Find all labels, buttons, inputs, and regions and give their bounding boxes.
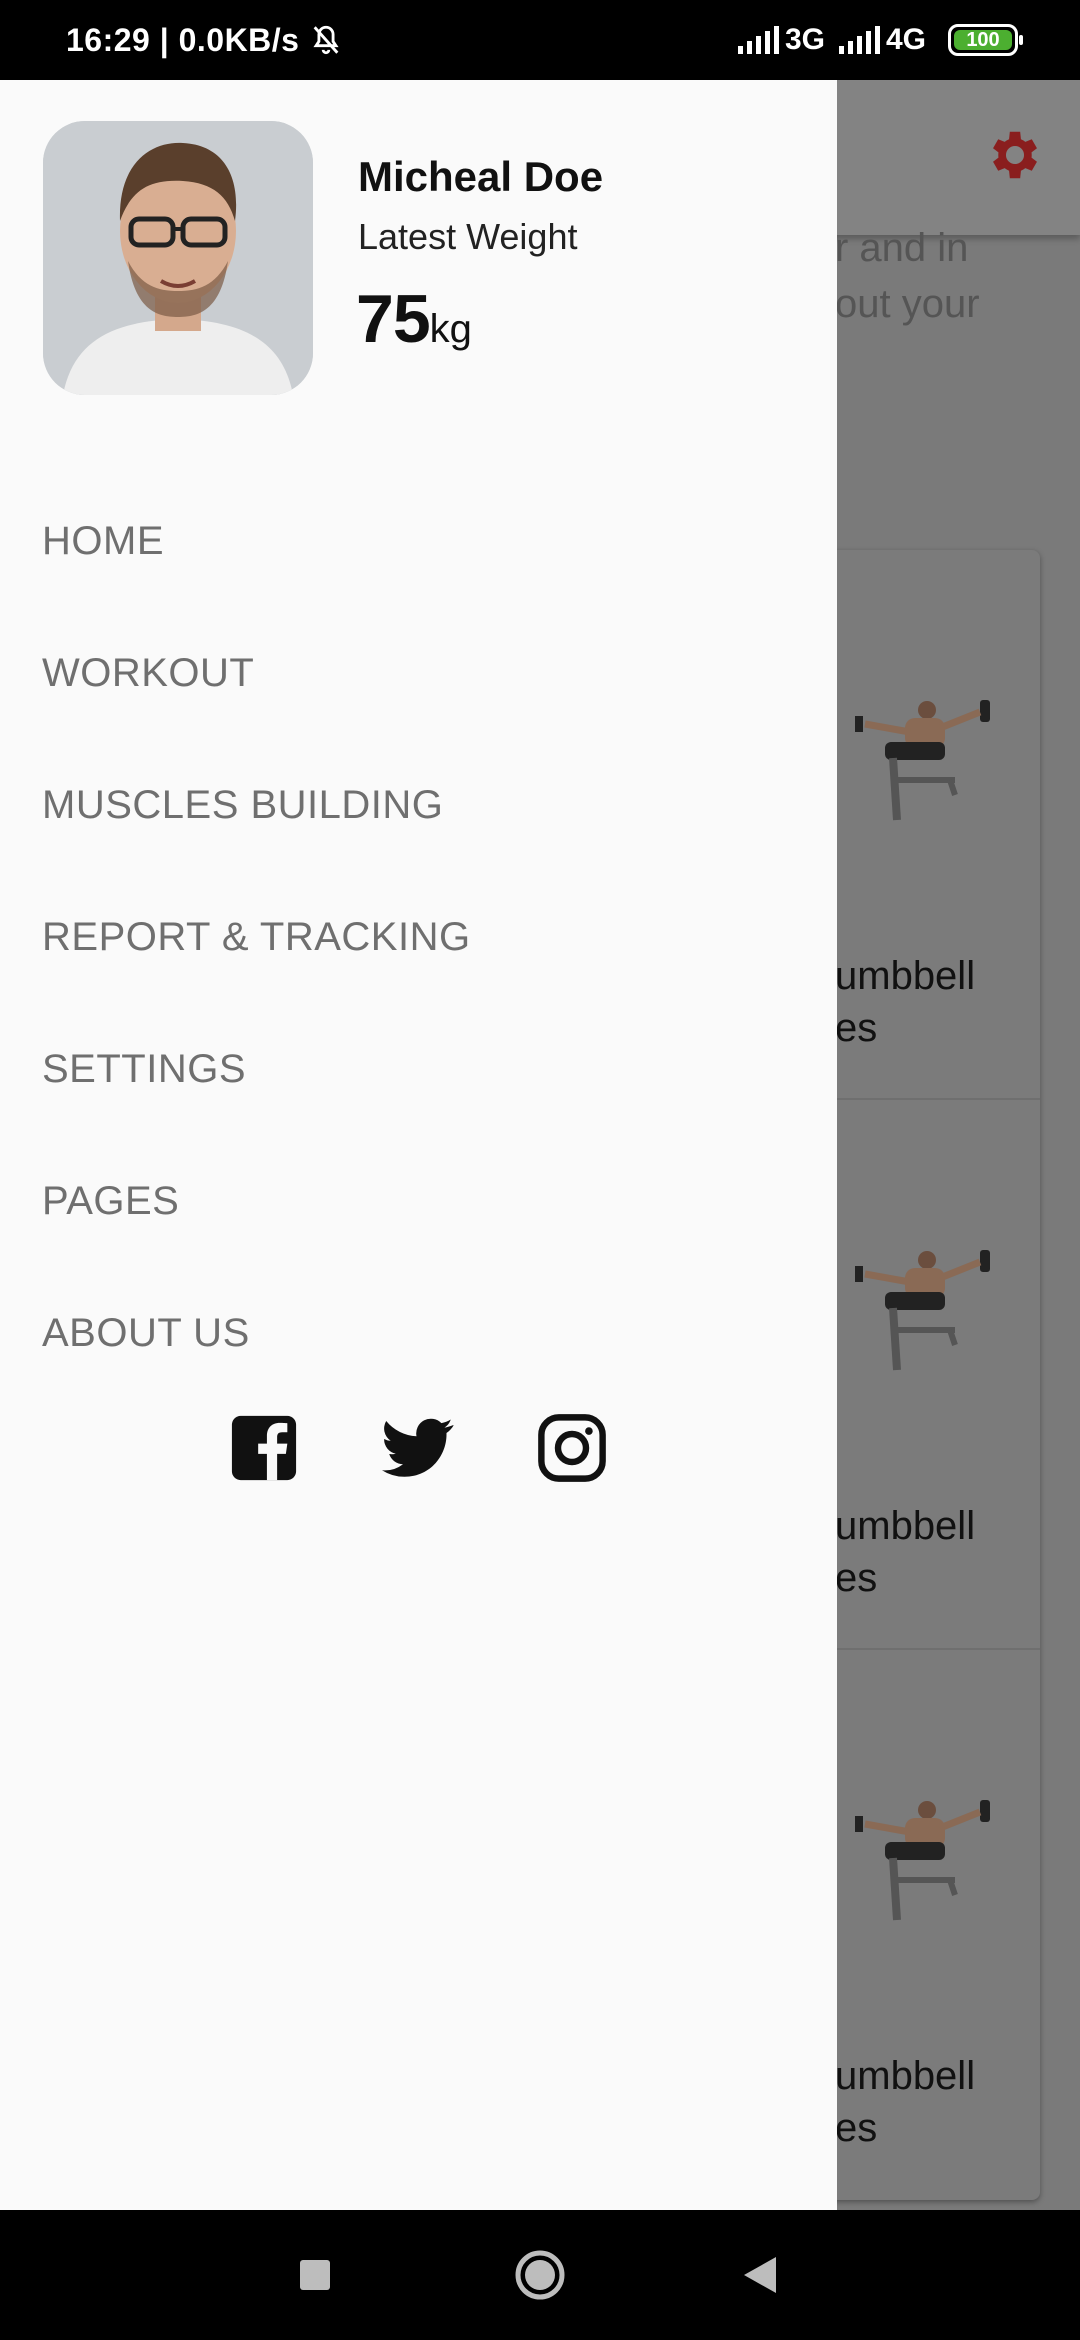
menu-item-workout[interactable]: WORKOUT	[42, 607, 471, 739]
status-left: 16:29 | 0.0KB/s	[66, 22, 343, 59]
exercise-label: umbbell es	[835, 954, 976, 1050]
exercise-card: umbbell es	[835, 550, 1040, 1100]
battery-level: 100	[966, 28, 1000, 51]
back-button[interactable]	[700, 2210, 820, 2340]
twitter-icon[interactable]	[382, 1412, 454, 1484]
exercise-card: umbbell es	[835, 1650, 1040, 2200]
signal-icon	[737, 26, 779, 54]
weight-number: 75	[356, 281, 431, 357]
drawer-menu: HOME WORKOUT MUSCLES BUILDING REPORT & T…	[42, 475, 471, 1399]
home-button[interactable]	[480, 2210, 600, 2340]
recents-button[interactable]	[255, 2210, 375, 2340]
weight-unit: kg	[429, 307, 472, 351]
menu-item-muscles-building[interactable]: MUSCLES BUILDING	[42, 739, 471, 871]
latest-weight-label: Latest Weight	[358, 216, 578, 257]
exercise-image	[855, 1800, 990, 1921]
navigation-drawer: Micheal Doe Latest Weight 75kg HOME WORK…	[0, 80, 837, 2210]
exercise-label: umbbell es	[835, 1504, 976, 1600]
menu-item-settings[interactable]: SETTINGS	[42, 1003, 471, 1135]
exercise-image	[855, 700, 990, 821]
bell-muted-icon	[313, 25, 340, 55]
network-3g: 3G	[784, 23, 825, 56]
background-intro-text: r and in out your	[835, 226, 980, 326]
facebook-icon[interactable]	[228, 1412, 300, 1484]
social-links	[228, 1412, 608, 1484]
instagram-icon[interactable]	[536, 1412, 608, 1484]
avatar[interactable]	[43, 121, 313, 395]
exercise-card: umbbell es	[835, 1100, 1040, 1650]
menu-item-pages[interactable]: PAGES	[42, 1135, 471, 1267]
menu-item-home[interactable]: HOME	[42, 475, 471, 607]
signal-icon-2	[838, 26, 880, 54]
time-speed: 16:29 | 0.0KB/s	[66, 21, 300, 58]
back-triangle-icon	[744, 2257, 776, 2293]
menu-item-report-tracking[interactable]: REPORT & TRACKING	[42, 871, 471, 1003]
exercise-label: umbbell es	[835, 2054, 976, 2150]
avatar-photo	[43, 121, 313, 395]
menu-item-about-us[interactable]: ABOUT US	[42, 1267, 471, 1399]
battery-icon: 100	[948, 24, 1023, 56]
profile-name: Micheal Doe	[358, 153, 604, 200]
recents-square-icon	[300, 2260, 330, 2290]
network-4g: 4G	[885, 23, 926, 56]
exercise-image	[855, 1250, 990, 1371]
latest-weight-value: 75kg	[356, 280, 472, 358]
status-right: 3G 4G 100	[737, 23, 1023, 57]
status-bar: 16:29 | 0.0KB/s 3G 4G 100	[0, 0, 1080, 80]
home-circle-icon	[515, 2250, 565, 2300]
settings-gear-icon	[993, 131, 1037, 179]
system-nav-bar	[0, 2210, 1080, 2340]
